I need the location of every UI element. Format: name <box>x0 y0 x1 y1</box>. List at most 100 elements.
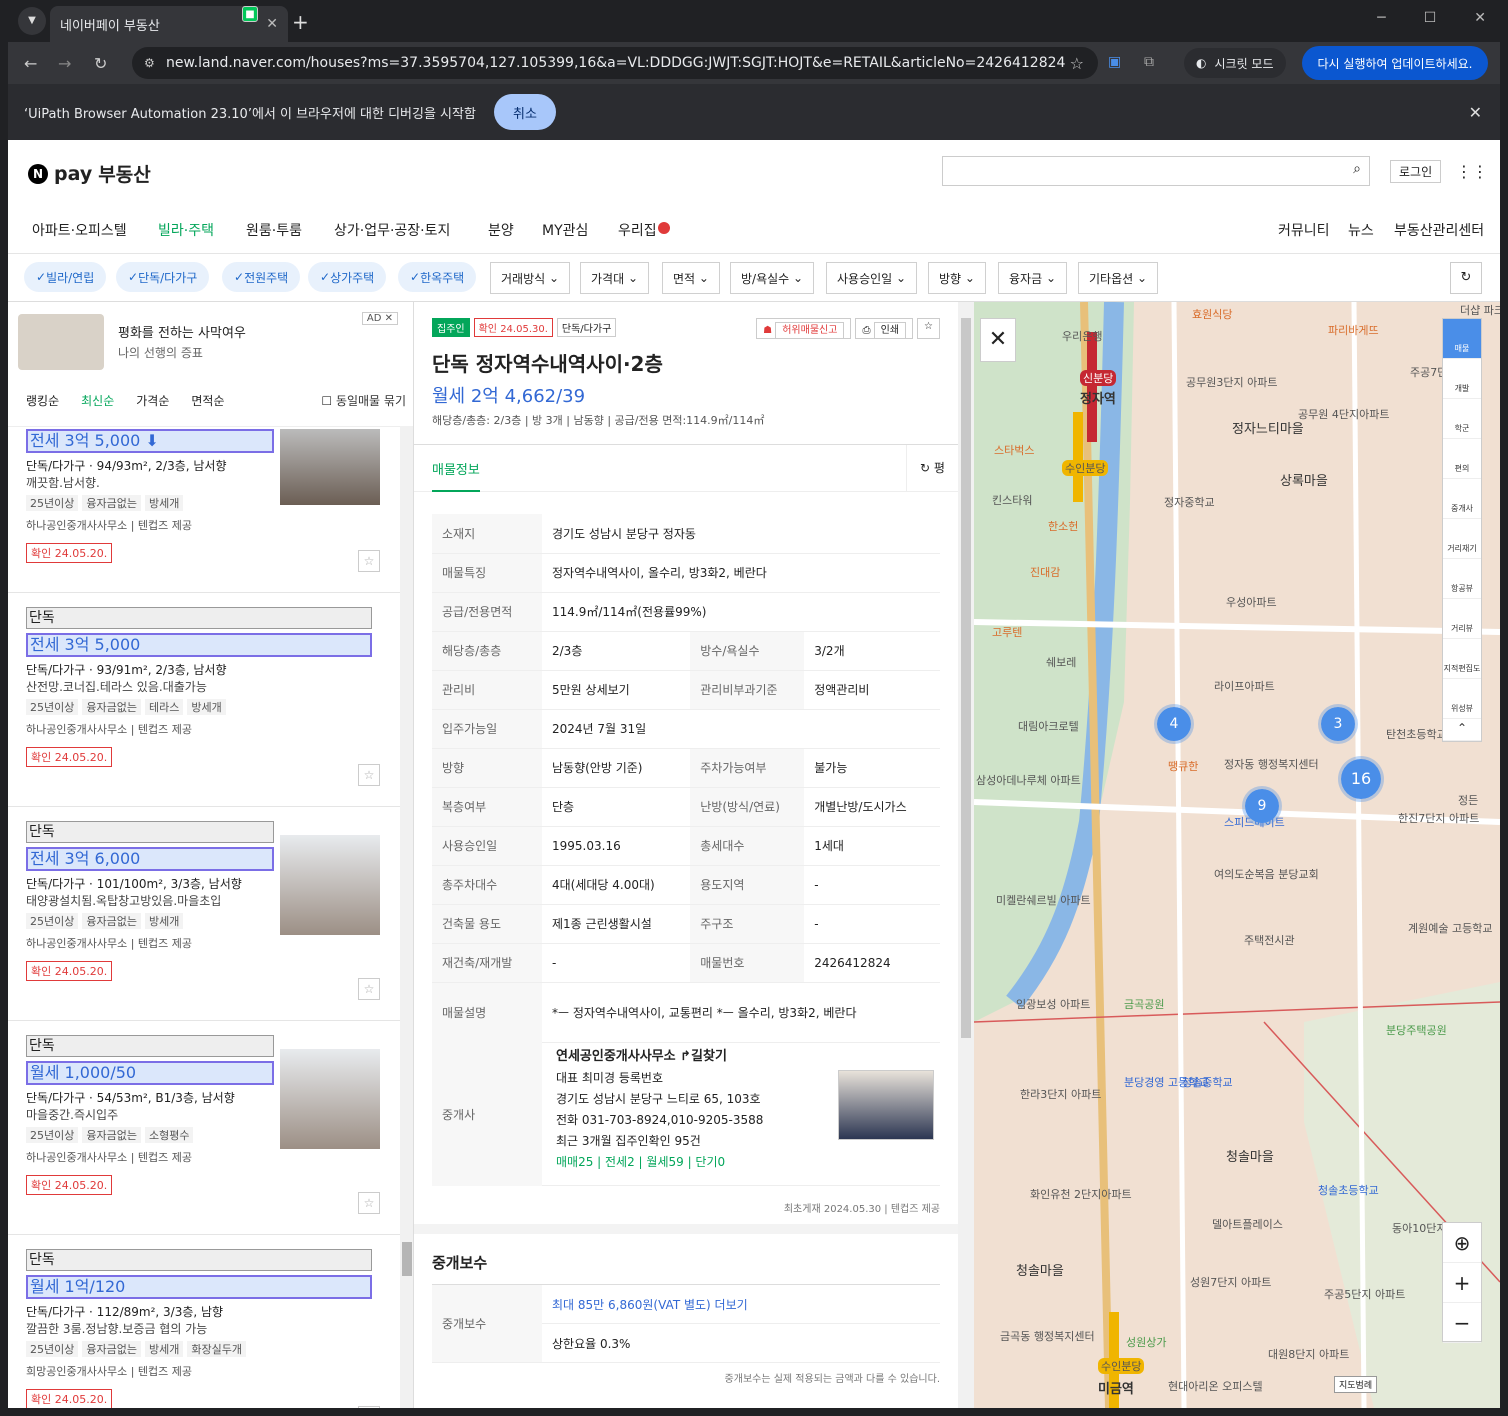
select-etc[interactable]: 기타옵션 ⌄ <box>1078 262 1159 294</box>
nav-oneroom[interactable]: 원룸·투룸 <box>246 220 302 240</box>
site-logo[interactable]: N pay 부동산 <box>28 160 151 187</box>
bookmark-star-icon[interactable]: ☆ <box>1070 54 1084 73</box>
map-view[interactable]: 정자역 신분당 수인분당 우리은행 효원식당 파리바게뜨 정자느티마을 상록마을… <box>974 302 1500 1408</box>
incognito-badge[interactable]: ◐ 시크릿 모드 <box>1184 48 1286 78</box>
search-input[interactable]: ⌕ <box>942 156 1370 186</box>
update-button[interactable]: 다시 실행하여 업데이트하세요. <box>1302 46 1488 80</box>
tab-search-icon[interactable]: ▼ <box>18 7 46 35</box>
tool-measure[interactable]: 거리재기 <box>1443 519 1481 559</box>
list-item[interactable]: 단독 월세 1,000/50 단독/다가구 · 54/53m², B1/3층, … <box>8 1035 400 1235</box>
locate-icon[interactable]: ⊕ <box>1443 1223 1481 1263</box>
list-item[interactable]: 단독 전세 3억 5,000 단독/다가구 · 93/91m², 2/3층, 남… <box>8 607 400 807</box>
sort-latest[interactable]: 최신순 <box>81 392 114 409</box>
tool-cadastral[interactable]: 지적편집도 <box>1443 639 1481 679</box>
nav-news[interactable]: 뉴스 <box>1348 220 1374 240</box>
nav-commercial[interactable]: 상가·업무·공장·토지 <box>334 220 450 240</box>
nav-apartment[interactable]: 아파트·오피스텔 <box>32 220 127 240</box>
reload-icon[interactable]: ↻ <box>94 54 107 73</box>
cluster-marker[interactable]: 16 <box>1338 756 1384 802</box>
favorite-star-icon[interactable]: ☆ <box>358 1192 380 1214</box>
cluster-marker[interactable]: 3 <box>1318 704 1358 744</box>
listing-photo[interactable] <box>280 1049 380 1149</box>
sort-price[interactable]: 가격순 <box>136 392 169 409</box>
scrollbar-thumb[interactable] <box>961 318 971 1038</box>
uipath-extension-icon[interactable]: ▣ <box>1108 54 1121 70</box>
favorite-star-icon[interactable]: ☆ <box>917 318 940 339</box>
sort-ranking[interactable]: 랭킹순 <box>26 392 59 409</box>
ad-banner[interactable]: 평화를 전하는 사막여우 나의 선행의 증표 AD ✕ <box>18 312 398 372</box>
maximize-icon[interactable]: ☐ <box>1424 10 1437 26</box>
cluster-marker[interactable]: 4 <box>1154 704 1194 744</box>
zoom-out-icon[interactable]: − <box>1443 1303 1481 1343</box>
ad-tag[interactable]: AD ✕ <box>361 312 398 325</box>
search-icon[interactable]: ⌕ <box>1353 161 1361 177</box>
tool-streetview[interactable]: 거리뷰 <box>1443 599 1481 639</box>
broker-name[interactable]: 연세공인중개사사무소 ↱길찾기 <box>556 1046 727 1067</box>
new-tab-icon[interactable]: + <box>292 10 309 34</box>
map-legend-button[interactable]: 지도범례 <box>1334 1376 1378 1393</box>
select-price[interactable]: 가격대 ⌄ <box>580 262 649 294</box>
listing-scrollbar[interactable] <box>400 426 413 1408</box>
nav-myhome[interactable]: 우리집 <box>618 220 657 240</box>
favorite-star-icon[interactable]: ☆ <box>358 550 380 572</box>
minimize-icon[interactable]: ─ <box>1377 10 1385 26</box>
list-item[interactable]: 전세 3억 5,000 ⬇ 단독/다가구 · 94/93m², 2/3층, 남서… <box>8 429 400 593</box>
cancel-button[interactable]: 취소 <box>493 94 556 130</box>
tool-broker[interactable]: 중개사 <box>1443 479 1481 519</box>
filter-chip-hanok[interactable]: ✓ 한옥주택 <box>398 262 477 292</box>
site-info-icon[interactable]: ⚙ <box>144 56 155 70</box>
select-loan[interactable]: 융자금 ⌄ <box>998 262 1067 294</box>
scrollbar-thumb[interactable] <box>402 1242 412 1276</box>
forward-icon[interactable]: → <box>58 54 71 73</box>
favorite-star-icon[interactable]: ☆ <box>358 978 380 1000</box>
nav-realtor-center[interactable]: 부동산관리센터 <box>1394 220 1484 240</box>
close-tab-icon[interactable]: ✕ <box>266 16 278 32</box>
nav-presale[interactable]: 분양 <box>488 220 514 240</box>
login-button[interactable]: 로그인 <box>1390 160 1442 183</box>
url-field[interactable]: ⚙ new.land.naver.com/houses?ms=37.359570… <box>132 47 1098 79</box>
tool-school[interactable]: 학군 <box>1443 399 1481 439</box>
tool-development[interactable]: 개발 <box>1443 359 1481 399</box>
favorite-star-icon[interactable]: ☆ <box>358 1406 380 1408</box>
browser-tab[interactable]: ■ 네이버페이 부동산 ✕ <box>50 6 288 42</box>
filter-chip-country[interactable]: ✓ 전원주택 <box>222 262 301 292</box>
fee-value[interactable]: 최대 85만 6,860원(VAT 별도) 더보기 <box>542 1284 940 1324</box>
select-area[interactable]: 면적 ⌄ <box>662 262 720 294</box>
listing-photo[interactable] <box>280 429 380 505</box>
zoom-in-icon[interactable]: + <box>1443 1263 1481 1303</box>
nav-my[interactable]: MY관심 <box>542 220 588 240</box>
group-checkbox[interactable]: ☐ 동일매물 묶기 <box>321 392 406 409</box>
filter-chip-house[interactable]: ✓ 단독/다가구 <box>116 262 210 292</box>
app-grid-icon[interactable]: ⋮⋮ <box>1456 162 1488 181</box>
filter-chip-villa[interactable]: ✓ 빌라/연립 <box>24 262 107 292</box>
reset-filter-icon[interactable]: ↻ <box>1450 262 1482 294</box>
filter-chip-shophouse[interactable]: ✓ 상가주택 <box>308 262 387 292</box>
list-item[interactable]: 단독 전세 3억 6,000 단독/다가구 · 101/100m², 3/3층,… <box>8 821 400 1021</box>
tool-aerial[interactable]: 항공뷰 <box>1443 559 1481 599</box>
tool-listing[interactable]: 매물 <box>1443 319 1481 359</box>
back-icon[interactable]: ← <box>24 54 37 73</box>
extensions-icon[interactable]: ⧉ <box>1144 54 1154 70</box>
report-button[interactable]: ☗ 허위매물신고 <box>756 318 852 339</box>
close-detail-icon[interactable]: ✕ <box>980 318 1016 362</box>
pyeong-toggle[interactable]: ↻ 평 <box>906 445 958 491</box>
cluster-marker[interactable]: 9 <box>1242 786 1282 826</box>
tool-convenience[interactable]: 편의 <box>1443 439 1481 479</box>
favorite-star-icon[interactable]: ☆ <box>358 764 380 786</box>
detail-scrollbar[interactable] <box>958 302 974 1408</box>
select-approval[interactable]: 사용승인일 ⌄ <box>826 262 918 294</box>
select-direction[interactable]: 방향 ⌄ <box>928 262 986 294</box>
collapse-icon[interactable]: ⌃ <box>1443 719 1481 741</box>
tab-article-info[interactable]: 매물정보 <box>432 459 480 492</box>
select-deal-type[interactable]: 거래방식 ⌄ <box>490 262 571 294</box>
nav-community[interactable]: 커뮤니티 <box>1278 220 1330 240</box>
sort-area[interactable]: 면적순 <box>191 392 224 409</box>
listing-photo[interactable] <box>280 835 380 935</box>
tool-satellite[interactable]: 위성뷰 <box>1443 679 1481 719</box>
infobar-close-icon[interactable]: ✕ <box>1469 103 1482 122</box>
select-rooms[interactable]: 방/욕실수 ⌄ <box>730 262 815 294</box>
nav-villa[interactable]: 빌라·주택 <box>158 220 214 240</box>
close-window-icon[interactable]: ✕ <box>1474 10 1486 26</box>
list-item[interactable]: 단독 월세 1억/120 단독/다가구 · 112/89m², 3/3층, 남향… <box>8 1249 400 1408</box>
print-button[interactable]: ⎙ 인쇄 <box>855 318 914 339</box>
